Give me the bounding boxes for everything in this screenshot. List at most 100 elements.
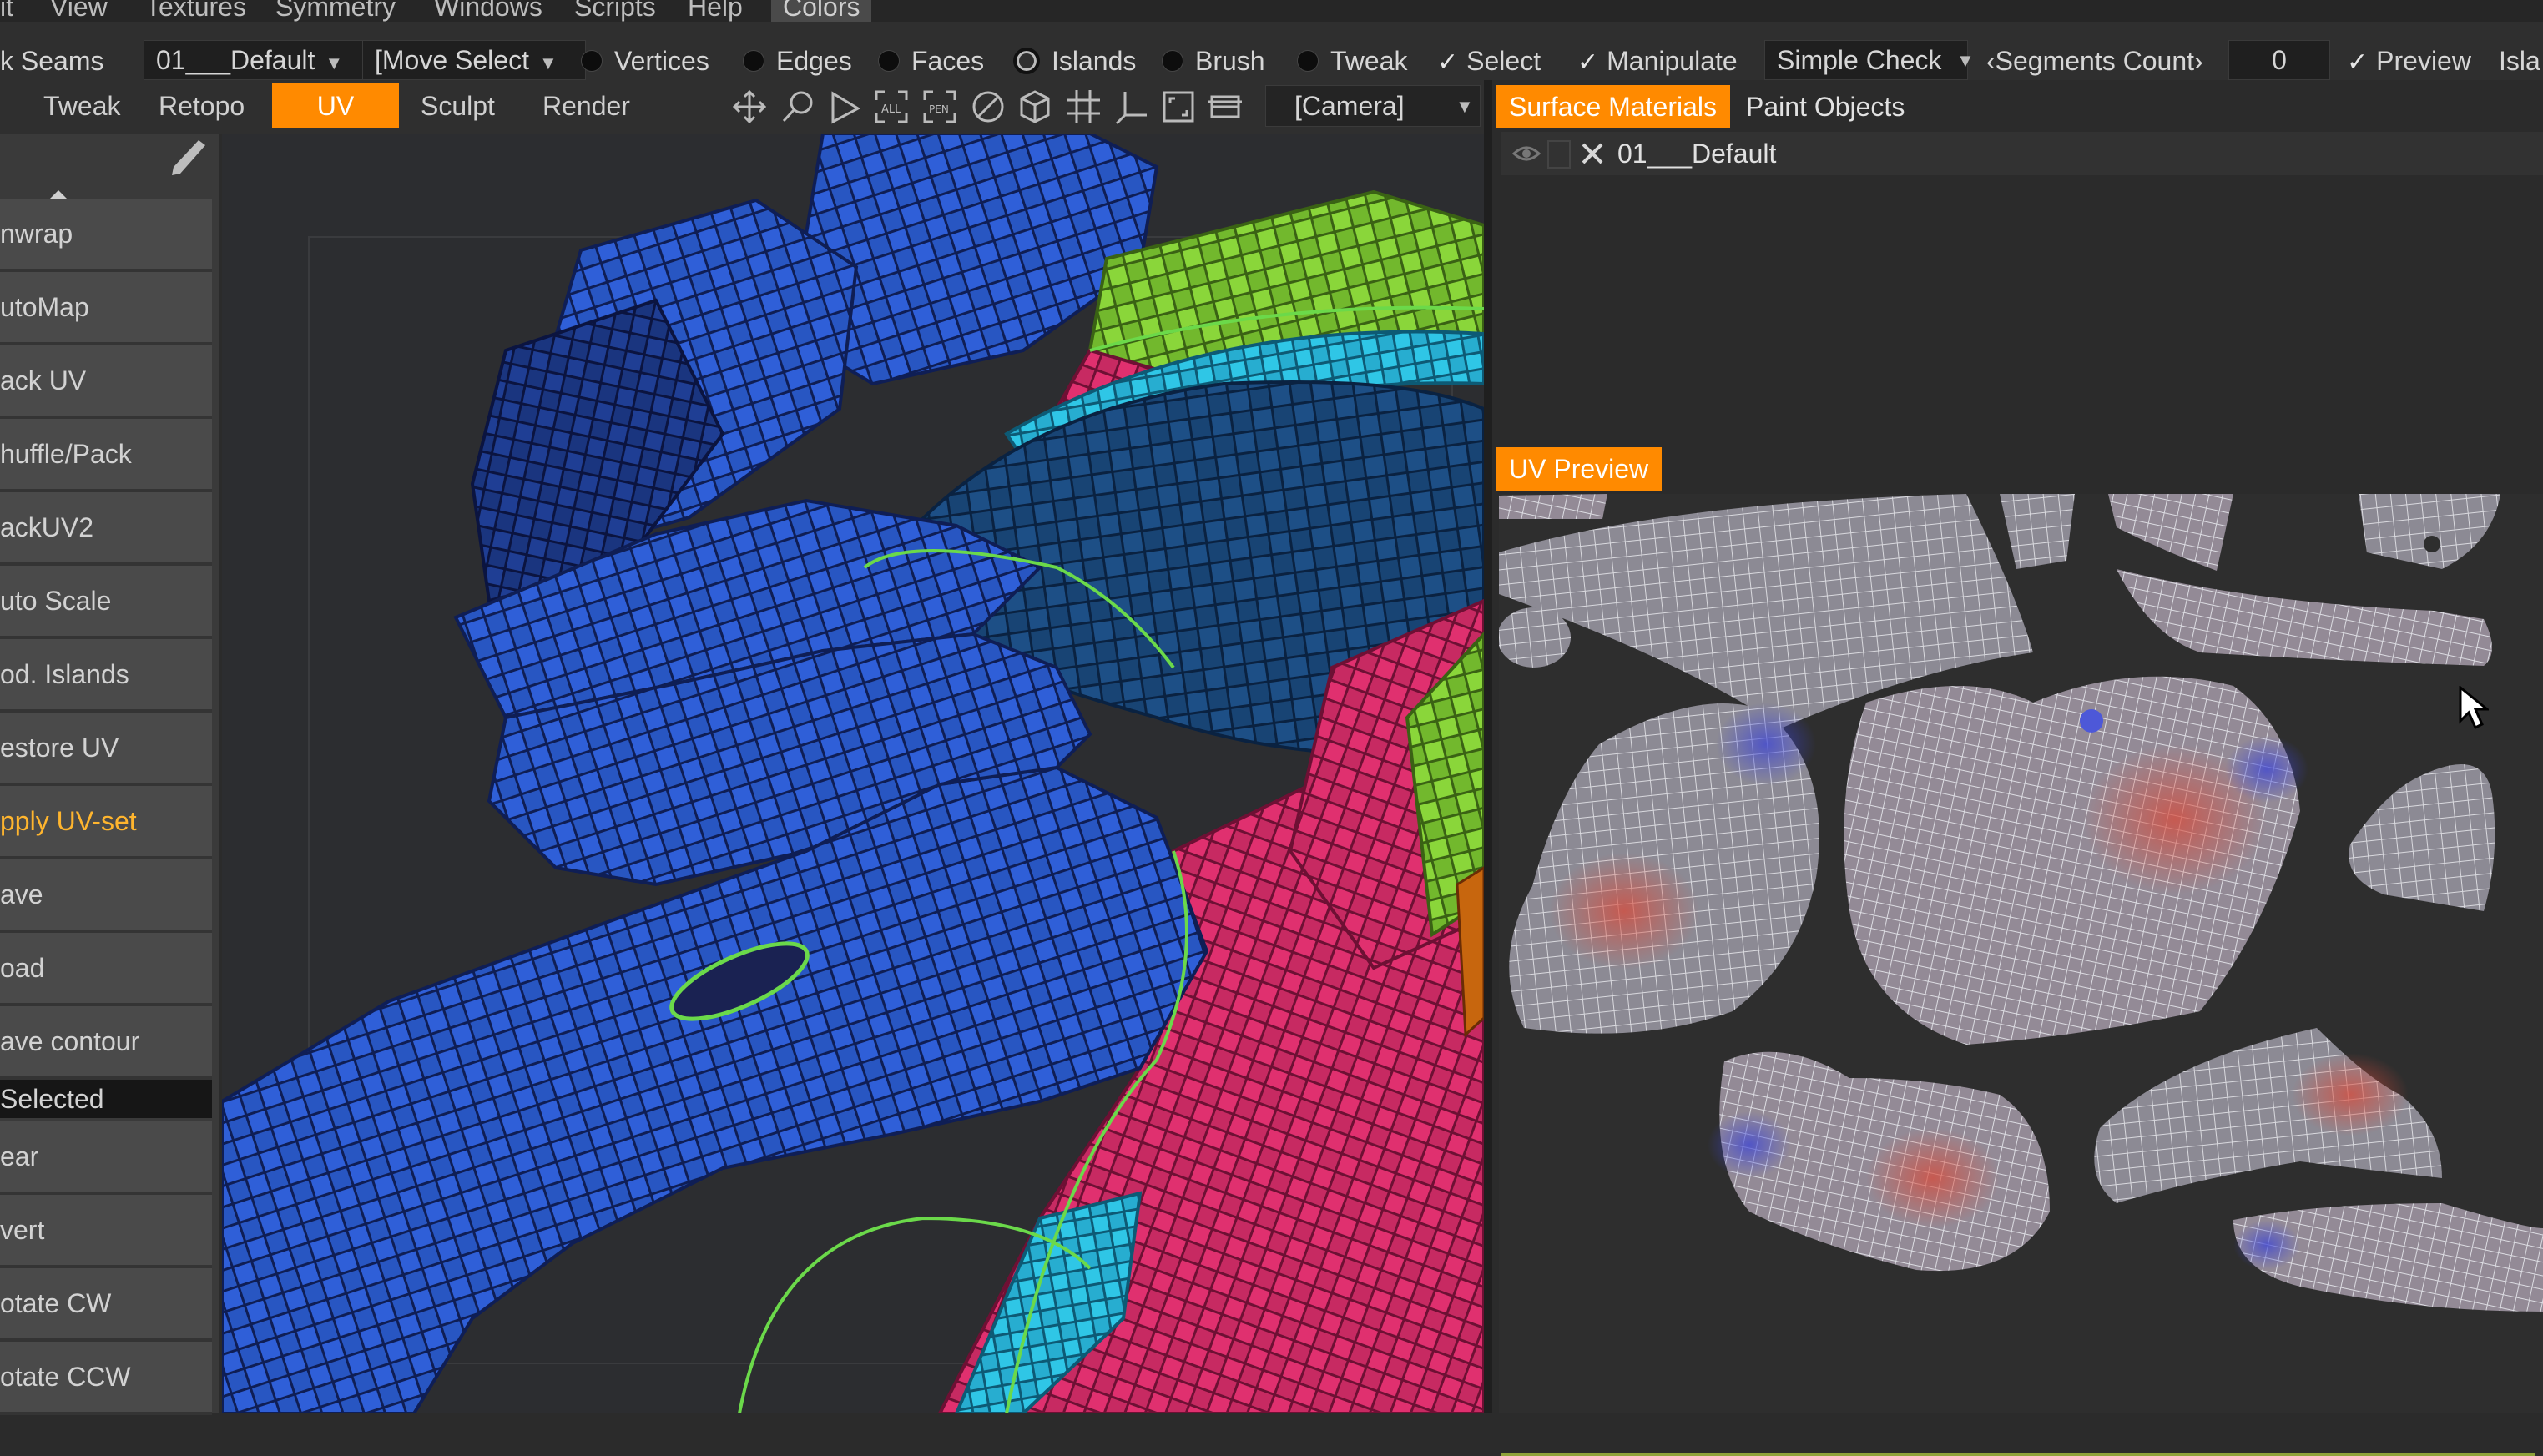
chevron-down-icon[interactable]: ▼ bbox=[1956, 40, 1975, 82]
fit-selected-icon[interactable]: PEN bbox=[921, 88, 958, 125]
uv-tool-button[interactable]: ave bbox=[0, 859, 212, 933]
radio-vertices-label: Vertices bbox=[614, 46, 709, 76]
menu-bar: it View Textures Symmetry Windows Script… bbox=[0, 0, 2543, 22]
mesh-render bbox=[222, 134, 1484, 1413]
check-mode-value: Simple Check bbox=[1777, 45, 1942, 75]
seams-label[interactable]: k Seams bbox=[0, 40, 103, 82]
chevron-right-icon: › bbox=[2194, 46, 2203, 76]
move-icon[interactable] bbox=[731, 88, 768, 125]
uv-tool-button[interactable]: ackUV2 bbox=[0, 492, 212, 566]
tab-render[interactable]: Render bbox=[542, 83, 630, 128]
check-mode-select[interactable]: Simple Check bbox=[1764, 40, 1968, 80]
select-checkbox[interactable]: ✓ Select bbox=[1437, 40, 1541, 82]
material-select[interactable]: 01___Default ▼ bbox=[144, 40, 367, 80]
grid-icon[interactable] bbox=[1065, 88, 1102, 125]
uv-tool-button[interactable]: huffle/Pack bbox=[0, 419, 212, 492]
radio-faces-label: Faces bbox=[911, 46, 985, 76]
selected-tool-button[interactable]: ear bbox=[0, 1121, 212, 1195]
radio-tweak[interactable]: Tweak bbox=[1297, 40, 1407, 82]
tab-paint-objects[interactable]: Paint Objects bbox=[1746, 85, 1905, 128]
mouse-cursor-icon bbox=[2459, 686, 2489, 729]
menu-help[interactable]: Help bbox=[688, 0, 743, 22]
radio-vertices[interactable]: Vertices bbox=[581, 40, 709, 82]
checkmark-icon: ✓ bbox=[1577, 48, 1599, 76]
axes-icon[interactable] bbox=[1113, 88, 1150, 125]
layers-icon[interactable] bbox=[1207, 88, 1244, 125]
menu-edit[interactable]: it bbox=[0, 0, 13, 22]
radio-brush[interactable]: Brush bbox=[1162, 40, 1265, 82]
menu-windows[interactable]: Windows bbox=[434, 0, 542, 22]
checkmark-icon: ✓ bbox=[1437, 48, 1459, 76]
camera-select[interactable]: [Camera] bbox=[1265, 85, 1481, 127]
svg-text:PEN: PEN bbox=[929, 103, 949, 115]
uv-tool-button[interactable]: nwrap bbox=[0, 199, 212, 272]
radio-icon bbox=[743, 49, 764, 72]
panel-splitter[interactable] bbox=[1484, 80, 1492, 1413]
fit-all-icon[interactable]: ALL bbox=[873, 88, 910, 125]
radio-icon bbox=[581, 49, 603, 72]
lock-icon[interactable] bbox=[1547, 140, 1571, 169]
segments-count-label: ‹Segments Count› bbox=[1986, 40, 2203, 82]
menu-colors[interactable]: Colors bbox=[771, 0, 872, 22]
uv-tool-button[interactable]: utoMap bbox=[0, 272, 212, 345]
tab-retopo[interactable]: Retopo bbox=[159, 83, 245, 128]
manipulate-label: Manipulate bbox=[1607, 46, 1738, 76]
uv-tools-panel: nwrap utoMap ack UV huffle/Pack ackUV2 uto Sc… bbox=[0, 134, 219, 1415]
radio-icon bbox=[878, 49, 900, 72]
material-select-value: 01___Default bbox=[156, 45, 315, 75]
uv-tool-button[interactable]: ave contour bbox=[0, 1006, 212, 1080]
uv-tool-button[interactable]: estore UV bbox=[0, 713, 212, 786]
uv-tool-button[interactable]: od. Islands bbox=[0, 639, 212, 713]
select-label: Select bbox=[1466, 46, 1541, 76]
zoom-icon[interactable] bbox=[780, 88, 816, 125]
tab-uv[interactable]: UV bbox=[272, 83, 399, 128]
radio-edges[interactable]: Edges bbox=[743, 40, 852, 82]
radio-selected-icon bbox=[1013, 47, 1040, 74]
room-tabs-bar: Tweak Retopo UV Sculpt Render ALL PEN [C… bbox=[0, 80, 1486, 134]
radio-faces[interactable]: Faces bbox=[878, 40, 984, 82]
material-row[interactable]: 01___Default bbox=[1501, 132, 2543, 175]
uv-islands bbox=[1499, 494, 2543, 1312]
chevron-down-icon: ▼ bbox=[538, 53, 558, 73]
radio-brush-label: Brush bbox=[1195, 46, 1265, 76]
manipulate-checkbox[interactable]: ✓ Manipulate bbox=[1577, 40, 1738, 82]
material-name: 01___Default bbox=[1617, 139, 1777, 169]
tab-tweak[interactable]: Tweak bbox=[43, 83, 120, 128]
svg-text:ALL: ALL bbox=[881, 103, 901, 116]
menu-textures[interactable]: Textures bbox=[145, 0, 246, 22]
islands-truncated-label[interactable]: Isla bbox=[2499, 40, 2540, 82]
checkmark-icon: ✓ bbox=[2347, 48, 2369, 76]
preview-checkbox[interactable]: ✓ Preview bbox=[2347, 40, 2471, 82]
chevron-down-icon[interactable]: ▼ bbox=[1456, 87, 1474, 127]
uv-tool-button[interactable]: uto Scale bbox=[0, 566, 212, 639]
radio-islands[interactable]: Islands bbox=[1013, 40, 1136, 82]
pen-icon[interactable] bbox=[167, 137, 209, 179]
eye-icon[interactable] bbox=[1512, 142, 1541, 165]
selected-tool-button[interactable]: vert bbox=[0, 1195, 212, 1268]
tab-uv-preview[interactable]: UV Preview bbox=[1496, 447, 1663, 491]
radio-islands-label: Islands bbox=[1052, 46, 1137, 76]
menu-scripts[interactable]: Scripts bbox=[574, 0, 656, 22]
chevron-left-icon: ‹ bbox=[1986, 46, 1996, 76]
menu-view[interactable]: View bbox=[50, 0, 108, 22]
tab-sculpt[interactable]: Sculpt bbox=[421, 83, 495, 128]
frame-icon[interactable] bbox=[1160, 88, 1197, 125]
chevron-down-icon: ▼ bbox=[325, 53, 344, 73]
segments-count-input[interactable]: 0 bbox=[2228, 40, 2330, 80]
preview-label: Preview bbox=[2376, 46, 2471, 76]
close-icon[interactable] bbox=[1581, 142, 1604, 165]
menu-symmetry[interactable]: Symmetry bbox=[275, 0, 396, 22]
tab-surface-materials[interactable]: Surface Materials bbox=[1496, 85, 1730, 128]
cube-icon[interactable] bbox=[1017, 88, 1053, 125]
selected-tool-button[interactable]: otate CCW bbox=[0, 1342, 212, 1415]
uv-tool-button[interactable]: ack UV bbox=[0, 345, 212, 419]
uv-tool-button[interactable]: oad bbox=[0, 933, 212, 1006]
3d-viewport[interactable] bbox=[222, 134, 1484, 1413]
mode-select[interactable]: [Move Select ▼ bbox=[362, 40, 586, 80]
uv-tool-button[interactable]: pply UV-set bbox=[0, 786, 212, 859]
play-icon[interactable] bbox=[826, 88, 863, 125]
mode-select-value: [Move Select bbox=[375, 45, 529, 75]
no-entry-icon[interactable] bbox=[970, 88, 1007, 125]
selected-tool-button[interactable]: otate CW bbox=[0, 1268, 212, 1342]
uv-preview-canvas[interactable] bbox=[1499, 494, 2543, 1413]
